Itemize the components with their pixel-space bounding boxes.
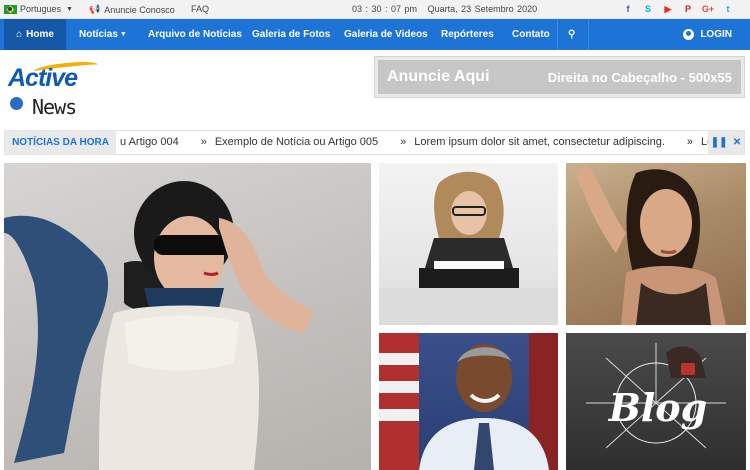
advertise-label: Anuncie Conosco xyxy=(104,4,175,15)
nav-divider xyxy=(557,19,558,50)
nav-search[interactable]: ⚲ xyxy=(568,19,575,50)
ticker-item[interactable]: Exemplo de Notícia ou Artigo 005 xyxy=(201,136,378,148)
nav-galeria-fotos[interactable]: Galeria de Fotos xyxy=(252,19,330,50)
login-button[interactable]: LOGIN xyxy=(683,19,732,50)
nav-noticias[interactable]: Notícias ▼ xyxy=(79,19,127,50)
nav-arquivo[interactable]: Arquivo de Notícias xyxy=(148,19,242,50)
ad-title: Anuncie Aqui xyxy=(387,68,490,85)
clock-date: Quarta, 23 Setembro 2020 xyxy=(427,4,538,14)
photo-illustration xyxy=(379,171,558,325)
nav-galeria-videos[interactable]: Galeria de Videos xyxy=(344,19,428,50)
nav-home[interactable]: ⌂ Home xyxy=(4,19,66,50)
photo-illustration xyxy=(576,163,726,325)
language-selector[interactable]: Portugues ▼ xyxy=(4,4,73,14)
photo-obama[interactable] xyxy=(379,333,558,470)
skype-icon[interactable]: S xyxy=(642,3,654,15)
logo-text-news: News xyxy=(32,95,77,119)
nav-noticias-label: Notícias xyxy=(79,29,118,40)
advertise-link[interactable]: 📢 Anuncie Conosco xyxy=(89,4,175,15)
nav-divider xyxy=(588,19,589,50)
facebook-icon[interactable]: f xyxy=(622,3,634,15)
globe-icon xyxy=(10,97,23,110)
ticker-item[interactable]: Lorem ipsum dolor sit amet, consectetur … xyxy=(400,136,665,148)
ticker-controls: ❚❚ ✕ xyxy=(708,131,744,154)
ticker-track: u Artigo 004 Exemplo de Notícia ou Artig… xyxy=(120,136,744,148)
megaphone-icon: 📢 xyxy=(89,4,101,14)
ticker-label: NOTÍCIAS DA HORA xyxy=(5,131,116,154)
clock: 03 : 30 : 07 pm Quarta, 23 Setembro 2020 xyxy=(352,4,537,14)
caret-down-icon: ▼ xyxy=(66,5,73,13)
search-icon: ⚲ xyxy=(568,29,576,40)
featured-photo-woman-sunglasses[interactable] xyxy=(4,163,371,470)
breaking-news-ticker: NOTÍCIAS DA HORA u Artigo 004 Exemplo de… xyxy=(4,130,745,155)
featured-photo-illustration xyxy=(4,181,314,470)
social-links: f S ▶ P G+ t xyxy=(622,3,734,15)
caret-down-icon: ▼ xyxy=(119,31,127,38)
photo-woman-portrait[interactable] xyxy=(566,163,746,325)
svg-text:Blog: Blog xyxy=(608,385,707,430)
pause-icon[interactable]: ❚❚ xyxy=(711,137,728,148)
house-icon: ⌂ xyxy=(16,29,23,40)
photo-blog[interactable]: Blog xyxy=(566,333,746,470)
top-bar: Portugues ▼ 📢 Anuncie Conosco FAQ 03 : 3… xyxy=(0,0,750,19)
user-icon xyxy=(683,29,695,40)
main-nav: ⌂ Home Notícias ▼ Arquivo de Notícias Ga… xyxy=(0,19,750,50)
google-plus-icon[interactable]: G+ xyxy=(702,3,714,15)
twitter-icon[interactable]: t xyxy=(722,3,734,15)
ad-size-label: Direita no Cabeçalho - 500x55 xyxy=(547,69,732,85)
photo-illustration xyxy=(379,333,558,470)
clock-time: 03 : 30 : 07 pm xyxy=(352,4,418,14)
nav-contato[interactable]: Contato xyxy=(512,19,550,50)
brazil-flag-icon xyxy=(4,4,17,14)
close-icon[interactable]: ✕ xyxy=(733,137,741,148)
youtube-icon[interactable]: ▶ xyxy=(662,3,674,15)
photo-woman-typewriter[interactable] xyxy=(379,163,558,325)
language-label: Portugues xyxy=(20,4,62,14)
nav-home-label: Home xyxy=(26,29,54,40)
pinterest-icon[interactable]: P xyxy=(682,3,694,15)
photo-illustration: Blog xyxy=(586,343,726,449)
logo-text-active: Active xyxy=(8,64,78,92)
ticker-item[interactable]: u Artigo 004 xyxy=(120,136,179,148)
login-label: LOGIN xyxy=(700,29,732,40)
site-logo[interactable]: Active News xyxy=(8,59,99,120)
faq-link[interactable]: FAQ xyxy=(191,4,209,14)
header-ad-banner[interactable]: Anuncie Aqui Direita no Cabeçalho - 500x… xyxy=(374,56,745,98)
nav-reporteres[interactable]: Repórteres xyxy=(441,19,494,50)
